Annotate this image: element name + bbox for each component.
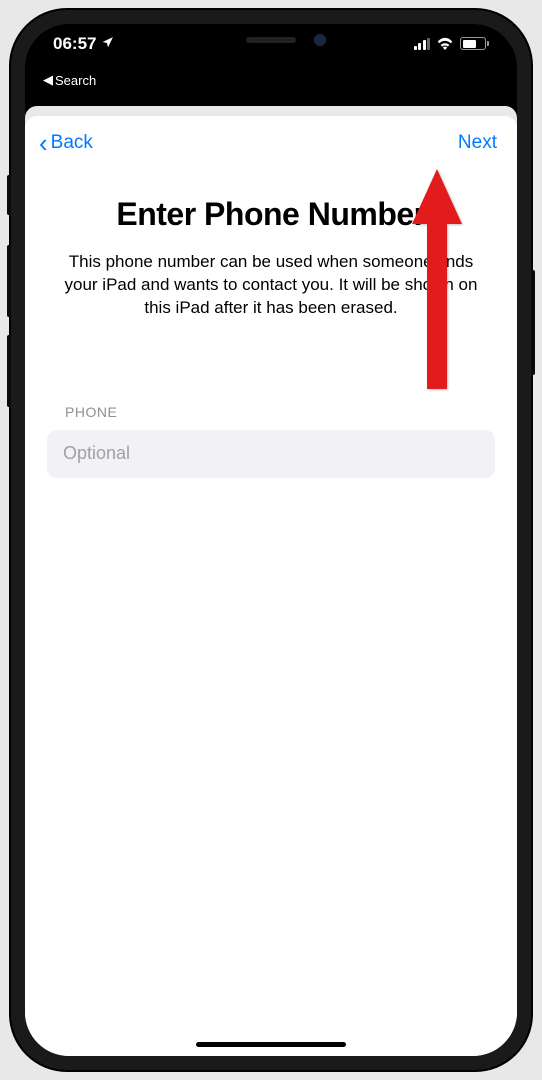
form-section: PHONE (25, 320, 517, 478)
modal-sheet: ‹ Back Next Enter Phone Number This phon… (25, 116, 517, 1056)
breadcrumb[interactable]: ◀ Search (25, 72, 517, 94)
front-camera (314, 34, 326, 46)
volume-down-button (7, 335, 11, 407)
silent-switch (7, 175, 11, 215)
back-button[interactable]: ‹ Back (39, 130, 93, 156)
chevron-left-icon: ‹ (39, 130, 48, 156)
breadcrumb-app-label: Search (55, 73, 96, 88)
next-button-label: Next (458, 132, 497, 153)
battery-icon (460, 37, 489, 50)
home-indicator[interactable] (196, 1042, 346, 1047)
wifi-icon (436, 37, 454, 50)
phone-input[interactable] (47, 430, 495, 478)
phone-device-frame: 06:57 (11, 10, 531, 1070)
page-description: This phone number can be used when someo… (47, 251, 495, 320)
notch (156, 24, 386, 56)
volume-up-button (7, 245, 11, 317)
back-button-label: Back (51, 132, 93, 154)
screen: 06:57 (25, 24, 517, 1056)
status-left: 06:57 (53, 34, 114, 54)
content-area: Enter Phone Number This phone number can… (25, 170, 517, 320)
status-time: 06:57 (53, 34, 96, 54)
page-title: Enter Phone Number (47, 196, 495, 233)
status-right (414, 34, 490, 50)
navigation-bar: ‹ Back Next (25, 116, 517, 170)
breadcrumb-back-icon: ◀ (43, 72, 53, 88)
location-services-icon (101, 34, 114, 54)
cellular-signal-icon (414, 38, 431, 50)
next-button[interactable]: Next (458, 132, 503, 154)
power-button (531, 270, 535, 375)
speaker (246, 37, 296, 43)
phone-field-label: PHONE (47, 404, 495, 420)
